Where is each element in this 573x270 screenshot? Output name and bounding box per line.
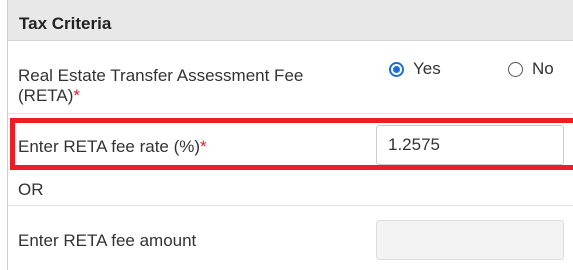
or-separator: OR	[18, 180, 44, 199]
radio-yes[interactable]: Yes	[389, 59, 441, 79]
required-mark: *	[200, 137, 207, 156]
reta-question-label: Real Estate Transfer Assessment Fee (RET…	[18, 66, 303, 106]
fee-rate-label: Enter RETA fee rate (%)*	[18, 137, 207, 157]
reta-label-line2: (RETA)	[18, 86, 74, 105]
section-header: Tax Criteria	[8, 0, 573, 41]
row-divider	[8, 205, 573, 206]
fee-amount-input[interactable]	[376, 220, 564, 260]
radio-selected-dot	[393, 65, 400, 73]
radio-no-label[interactable]: No	[532, 59, 554, 79]
radio-yes-circle[interactable]	[389, 61, 404, 77]
row-divider	[8, 113, 573, 114]
fee-rate-input[interactable]	[376, 125, 564, 165]
fee-rate-label-text: Enter RETA fee rate (%)	[18, 137, 201, 156]
required-mark: *	[73, 86, 81, 105]
fee-amount-label: Enter RETA fee amount	[18, 231, 197, 250]
radio-no[interactable]: No	[508, 59, 554, 79]
reta-label-line1: Real Estate Transfer Assessment Fee	[18, 66, 304, 85]
section-title: Tax Criteria	[19, 14, 112, 33]
radio-no-circle[interactable]	[508, 61, 523, 77]
radio-yes-label[interactable]: Yes	[413, 59, 441, 79]
